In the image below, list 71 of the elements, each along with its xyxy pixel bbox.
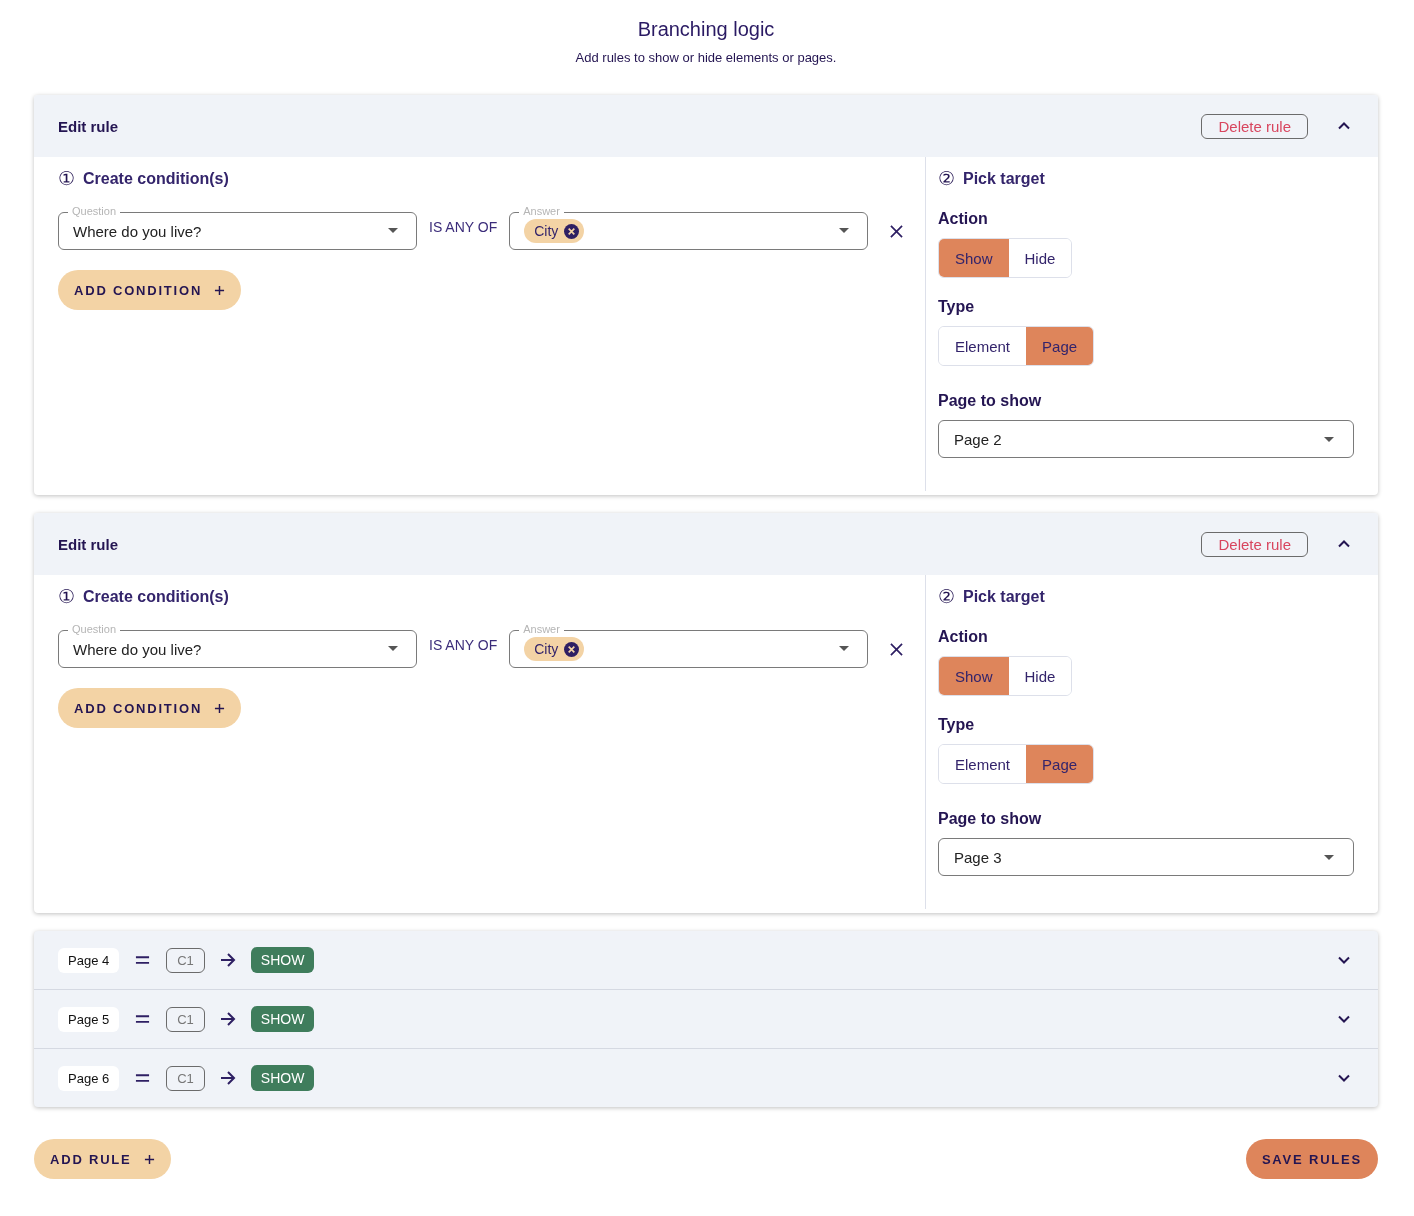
page-select[interactable]: Page 2 — [938, 420, 1354, 458]
save-rules-button[interactable]: SAVE RULES — [1245, 1139, 1378, 1179]
rule-title: Edit rule — [58, 535, 119, 553]
type-toggle[interactable]: Page — [1026, 745, 1094, 783]
page-tag: Page 4 — [58, 947, 120, 973]
question-select[interactable]: Question Where do you live? — [58, 621, 417, 668]
action-label: Action — [938, 210, 989, 228]
answer-select[interactable]: Answer City — [509, 621, 869, 668]
chevron-icon[interactable] — [1338, 956, 1350, 964]
caret-icon — [388, 646, 398, 651]
caret-icon — [1324, 437, 1334, 442]
add-condition-button[interactable]: ADD CONDITION — [58, 688, 242, 728]
caret-icon — [839, 646, 850, 651]
page-subtitle: Add rules to show or hide elements or pages. — [574, 50, 838, 65]
type-toggle[interactable]: Page — [1026, 327, 1094, 365]
page-to-show-label: Page to show — [938, 810, 1043, 828]
action-toggle[interactable]: Show — [939, 657, 1009, 695]
page-to-show-label: Page to show — [938, 392, 1043, 410]
close-icon[interactable] — [890, 224, 904, 238]
step-number: ② — [938, 167, 955, 190]
equals-icon — [135, 1014, 151, 1024]
answer-chip[interactable]: City — [524, 637, 585, 661]
page-title: Branching logic — [636, 18, 776, 41]
page-tag: Page 6 — [58, 1065, 120, 1091]
equals-icon — [135, 1073, 151, 1083]
arrow-right-icon — [219, 1012, 236, 1026]
action-label: Action — [938, 628, 989, 646]
caret-icon — [839, 228, 850, 233]
section-heading: Pick target — [963, 169, 1045, 188]
answer-select[interactable]: Answer City — [509, 203, 869, 250]
arrow-right-icon — [219, 953, 236, 967]
remove-icon[interactable] — [564, 223, 580, 239]
delete-rule-button[interactable]: Delete rule — [1201, 531, 1308, 557]
page-select[interactable]: Page 3 — [938, 838, 1354, 876]
action-badge: SHOW — [250, 1065, 315, 1091]
action-badge: SHOW — [250, 947, 315, 973]
type-label: Type — [938, 716, 976, 734]
step-number: ① — [58, 585, 75, 608]
add-condition-button[interactable]: ADD CONDITION — [58, 270, 242, 310]
close-icon[interactable] — [890, 642, 904, 656]
remove-icon[interactable] — [564, 641, 580, 657]
arrow-right-icon — [219, 1071, 236, 1085]
page-tag: Page 5 — [58, 1006, 120, 1032]
chevron-icon[interactable] — [1338, 1015, 1350, 1023]
step-number: ② — [938, 585, 955, 608]
question-select[interactable]: Question Where do you live? — [58, 203, 417, 250]
plus-icon — [143, 1153, 155, 1165]
operator-label: IS ANY OF — [429, 636, 498, 653]
chevron-icon[interactable] — [1338, 540, 1350, 548]
answer-chip[interactable]: City — [524, 219, 585, 243]
step-number: ① — [58, 167, 75, 190]
section-heading: Create condition(s) — [83, 587, 229, 606]
condition-tag: C1 — [166, 1065, 205, 1091]
condition-tag: C1 — [166, 947, 205, 973]
condition-tag: C1 — [166, 1006, 205, 1032]
caret-icon — [388, 228, 398, 233]
operator-label: IS ANY OF — [429, 218, 498, 235]
rule-title: Edit rule — [58, 117, 119, 135]
add-rule-button[interactable]: ADD RULE — [34, 1139, 171, 1179]
action-toggle[interactable]: Show — [939, 239, 1009, 277]
delete-rule-button[interactable]: Delete rule — [1201, 113, 1308, 139]
section-heading: Pick target — [963, 587, 1045, 606]
action-badge: SHOW — [250, 1006, 315, 1032]
chevron-icon[interactable] — [1338, 122, 1350, 130]
caret-icon — [1324, 855, 1334, 860]
section-heading: Create condition(s) — [83, 169, 229, 188]
plus-icon — [214, 284, 226, 296]
chevron-icon[interactable] — [1338, 1074, 1350, 1082]
type-label: Type — [938, 298, 976, 316]
equals-icon — [135, 955, 151, 965]
plus-icon — [214, 702, 226, 714]
